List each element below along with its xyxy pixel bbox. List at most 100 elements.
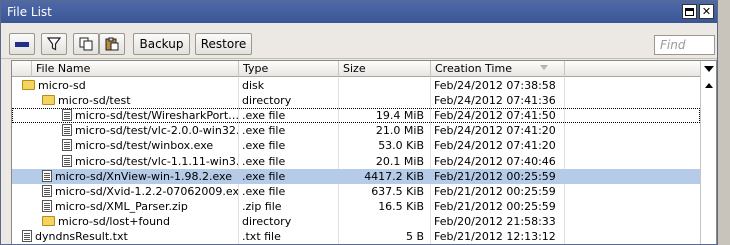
table-row[interactable]: micro-sd/XML_Parser.zip .zip file 16.5 KiB… xyxy=(12,199,700,214)
cell-type: .exe file xyxy=(242,169,286,183)
maximize-button[interactable] xyxy=(682,4,697,19)
file-name-text: micro-sd/XML_Parser.zip xyxy=(55,199,188,213)
table-row[interactable]: micro-sd/test/winbox.exe .exe file 53.0 Ki… xyxy=(12,138,700,153)
cell-created: Feb/21/2012 00:25:59 xyxy=(434,169,556,183)
cell-type: disk xyxy=(242,79,265,92)
file-list-window: File List ✕ Backup Restore Find File Nam… xyxy=(0,0,718,245)
table-row[interactable]: micro-sd/test/WiresharkPort… .exe file 19.… xyxy=(12,108,700,124)
cell-created: Feb/24/2012 07:38:58 xyxy=(434,79,556,92)
column-chooser xyxy=(700,61,716,244)
column-header-name[interactable]: File Name xyxy=(32,61,239,77)
file-name-text: micro-sd/test/vlc-1.1.11-win3… xyxy=(75,154,238,168)
maximize-icon xyxy=(685,7,694,16)
file-name-text: micro-sd/Xvid-1.2.2-07062009.exe xyxy=(55,184,238,198)
table-row[interactable]: micro-sd/Xvid-1.2.2-07062009.exe .exe fil… xyxy=(12,184,700,199)
minus-icon xyxy=(15,41,29,47)
window-edge xyxy=(718,0,730,245)
paste-button[interactable] xyxy=(99,33,125,55)
restore-button[interactable]: Restore xyxy=(195,33,252,55)
cell-size xyxy=(340,214,428,229)
cell-size: 5 B xyxy=(405,230,424,243)
table-row[interactable]: micro-sd/test directory Feb/24/2012 07:41:… xyxy=(12,93,700,108)
folder-icon xyxy=(22,80,35,90)
cell-type: directory xyxy=(242,214,292,228)
cell-size: 16.5 KiB xyxy=(378,199,424,213)
copy-icon xyxy=(79,37,93,51)
title-bar[interactable]: File List ✕ xyxy=(1,1,717,23)
file-icon xyxy=(62,154,72,167)
table-row[interactable]: micro-sd/XnView-win-1.98.2.exe .exe file 4… xyxy=(12,168,700,184)
file-icon xyxy=(42,169,52,182)
cell-file-name: micro-sd/test/winbox.exe xyxy=(12,138,238,153)
cell-size: 20.1 MiB xyxy=(375,154,424,168)
cell-type: .zip file xyxy=(242,199,282,213)
cell-size: 21.0 MiB xyxy=(375,124,424,138)
table-row[interactable]: micro-sd/test/vlc-2.0.0-win32… .exe file 2… xyxy=(12,123,700,138)
cell-created: Feb/21/2012 12:13:12 xyxy=(434,230,556,243)
scrollbar-track[interactable] xyxy=(701,91,716,244)
cell-created: Feb/24/2012 07:41:50 xyxy=(434,109,556,123)
cell-type: .exe file xyxy=(242,154,286,168)
backup-button[interactable]: Backup xyxy=(133,33,190,55)
close-button[interactable]: ✕ xyxy=(699,4,714,19)
cell-file-name: micro-sd/XnView-win-1.98.2.exe xyxy=(12,169,238,184)
folder-icon xyxy=(42,95,55,106)
cell-created: Feb/24/2012 07:40:46 xyxy=(434,154,556,168)
cell-created: Feb/20/2012 21:58:33 xyxy=(434,214,556,228)
toolbar: Backup Restore Find xyxy=(1,23,717,59)
cell-size: 4417.2 KiB xyxy=(364,169,424,183)
file-icon xyxy=(62,124,72,137)
file-name-text: micro-sd/lost+found xyxy=(58,214,170,228)
cell-size: 637.5 KiB xyxy=(371,184,424,198)
file-name-text: micro-sd/XnView-win-1.98.2.exe xyxy=(55,169,232,183)
cell-type: .exe file xyxy=(242,109,286,123)
column-header-type[interactable]: Type xyxy=(239,61,339,77)
cell-created: Feb/24/2012 07:41:20 xyxy=(434,124,556,138)
cell-file-name: micro-sd/Xvid-1.2.2-07062009.exe xyxy=(12,184,238,199)
file-name-text: micro-sd/test/vlc-2.0.0-win32… xyxy=(75,124,238,138)
cell-file-name: micro-sd/XML_Parser.zip xyxy=(12,199,238,214)
table-row[interactable]: dyndnsResult.txt .txt file 5 B Feb/21/2012 … xyxy=(12,229,700,244)
file-icon xyxy=(62,109,72,122)
cell-file-name: micro-sd xyxy=(12,78,238,93)
copy-button[interactable] xyxy=(73,33,99,55)
file-icon xyxy=(42,199,52,212)
scroll-up-icon xyxy=(704,82,713,88)
file-name-text: micro-sd/test xyxy=(58,94,131,108)
file-name-text: micro-sd xyxy=(38,79,86,92)
cell-size: 53.0 KiB xyxy=(378,139,424,153)
header-spacer xyxy=(12,61,32,77)
cell-file-name: micro-sd/lost+found xyxy=(12,214,238,229)
cell-created: Feb/24/2012 07:41:20 xyxy=(434,139,556,153)
column-header-size[interactable]: Size xyxy=(339,61,431,77)
paste-icon xyxy=(105,37,119,51)
file-icon xyxy=(22,230,32,242)
table-header: File Name Type Size Creation Time xyxy=(12,61,716,77)
column-menu-button[interactable] xyxy=(701,61,716,77)
close-icon: ✕ xyxy=(701,5,712,18)
cell-created: Feb/21/2012 00:25:59 xyxy=(434,199,556,213)
file-name-text: dyndnsResult.txt xyxy=(35,230,128,243)
window-title: File List xyxy=(7,5,52,19)
table-row[interactable]: micro-sd/lost+found directory Feb/20/2012 … xyxy=(12,214,700,229)
table-row[interactable]: micro-sd/test/vlc-1.1.11-win3… .exe file 2… xyxy=(12,154,700,169)
file-icon xyxy=(42,184,52,197)
scroll-up-button[interactable] xyxy=(701,79,716,91)
cell-type: .exe file xyxy=(242,124,286,138)
find-input[interactable]: Find xyxy=(654,35,715,55)
table-row[interactable]: micro-sd disk Feb/24/2012 07:38:58 xyxy=(12,78,700,93)
folder-icon xyxy=(42,215,55,226)
remove-button[interactable] xyxy=(9,33,35,55)
cell-size xyxy=(340,78,428,93)
cell-type: .exe file xyxy=(242,139,286,153)
cell-created: Feb/24/2012 07:41:36 xyxy=(434,94,556,108)
file-table: File Name Type Size Creation Time micro-… xyxy=(11,60,717,244)
file-name-text: micro-sd/test/winbox.exe xyxy=(75,139,214,153)
filter-button[interactable] xyxy=(41,33,67,55)
cell-file-name: dyndnsResult.txt xyxy=(12,229,238,244)
cell-file-name: micro-sd/test/WiresharkPort… xyxy=(12,108,238,123)
file-icon xyxy=(62,139,72,152)
cell-size xyxy=(340,93,428,108)
cell-file-name: micro-sd/test/vlc-1.1.11-win3… xyxy=(12,154,238,169)
cell-file-name: micro-sd/test xyxy=(12,93,238,108)
